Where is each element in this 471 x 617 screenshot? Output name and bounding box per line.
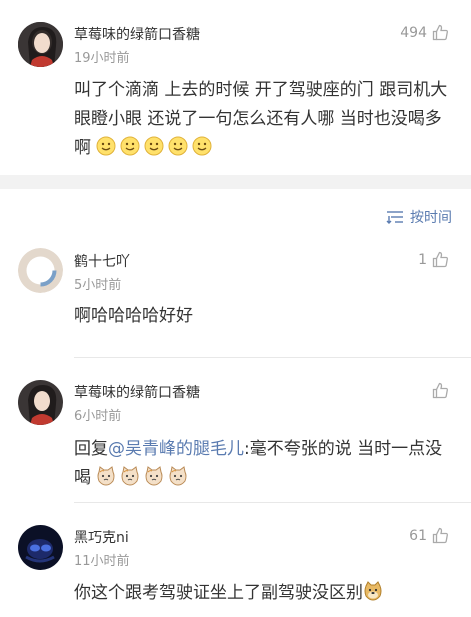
smile-emoji-group — [96, 136, 216, 158]
like-count: 1 — [418, 251, 427, 268]
post-text: 叫了个滴滴 上去的时候 开了驾驶座的门 跟司机大眼瞪小眼 还说了一句怎么还有人哪… — [74, 76, 453, 163]
like-count: 61 — [409, 527, 427, 544]
avatar[interactable] — [18, 525, 63, 570]
cat-emoji — [97, 466, 115, 486]
comment-username[interactable]: 黑巧克ni — [74, 527, 129, 547]
avatar[interactable] — [18, 248, 63, 293]
smile-emoji — [144, 136, 164, 156]
comment-text: 你这个跟考驾驶证坐上了副驾驶没区别 — [74, 579, 453, 608]
cat-emoji — [169, 466, 187, 486]
like-count: 494 — [400, 24, 427, 41]
comment-like-button[interactable]: 61 — [409, 527, 449, 544]
post-username[interactable]: 草莓味的绿箭口香糖 — [74, 24, 200, 44]
comment-username[interactable]: 草莓味的绿箭口香糖 — [74, 382, 200, 402]
smile-emoji — [120, 136, 140, 156]
doge-emoji — [364, 581, 382, 601]
mention-link[interactable]: @吴青峰的腿毛儿 — [108, 439, 244, 459]
post-like-button[interactable]: 494 — [400, 24, 449, 41]
comment-item: 鹤十七吖 5小时前 1 啊哈哈哈哈好好 — [0, 241, 471, 358]
thumbs-up-icon — [432, 382, 448, 399]
comment-username[interactable]: 鹤十七吖 — [74, 251, 130, 271]
reply-prefix: 回复 — [74, 439, 108, 459]
smile-emoji — [96, 136, 116, 156]
comment-time: 5小时前 — [74, 278, 122, 293]
thumbs-up-icon — [432, 527, 448, 544]
smile-emoji — [192, 136, 212, 156]
comment-like-button[interactable] — [427, 382, 449, 399]
avatar[interactable] — [18, 380, 63, 425]
cat-emoji-group — [96, 466, 192, 488]
thumbs-up-icon — [432, 24, 448, 41]
thumbs-up-icon — [432, 251, 448, 268]
comment-text-content: 你这个跟考驾驶证坐上了副驾驶没区别 — [74, 583, 363, 603]
comment-item: 草莓味的绿箭口香糖 6小时前 回复@吴青峰的腿毛儿:毫不夸张的说 当时一点没喝 — [0, 358, 471, 503]
sort-by-time-button[interactable]: 按时间 — [386, 207, 452, 227]
cat-emoji — [121, 466, 139, 486]
sort-label: 按时间 — [410, 210, 452, 226]
post-time: 19小时前 — [74, 51, 130, 66]
section-separator — [0, 175, 471, 189]
sort-icon — [386, 211, 403, 224]
comment-text: 回复@吴青峰的腿毛儿:毫不夸张的说 当时一点没喝 — [74, 435, 453, 493]
comment-text: 啊哈哈哈哈好好 — [74, 306, 193, 326]
comment-time: 6小时前 — [74, 409, 122, 424]
cat-emoji — [145, 466, 163, 486]
main-post: 草莓味的绿箭口香糖 19小时前 494 叫了个滴滴 上去的时候 开了驾驶座的门 … — [0, 0, 471, 175]
comment-time: 11小时前 — [74, 554, 130, 569]
comment-item: 黑巧克ni 11小时前 61 你这个跟考驾驶证坐上了副驾驶没区别 — [0, 503, 471, 617]
avatar[interactable] — [18, 22, 63, 67]
smile-emoji — [168, 136, 188, 156]
comment-like-button[interactable]: 1 — [418, 251, 449, 268]
sort-bar: 按时间 — [0, 189, 471, 241]
